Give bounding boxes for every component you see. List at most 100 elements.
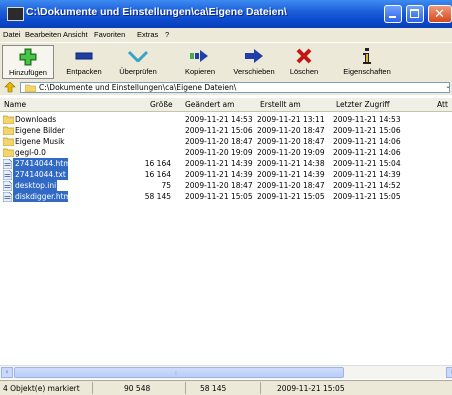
column-name[interactable]: Name — [4, 100, 26, 109]
chevron-down-icon[interactable]: ⌄ — [445, 82, 451, 90]
cell-size: 75 — [161, 181, 171, 190]
cell-modified: 2009-11-21 15:05 — [185, 192, 253, 201]
cell-created: 2009-11-20 18:47 — [257, 137, 325, 146]
cell-accessed: 2009-11-21 15:06 — [333, 126, 401, 135]
menu-bar: Datei Bearbeiten Ansicht Favoriten Extra… — [0, 28, 452, 42]
move-arrow-icon — [228, 45, 280, 67]
cell-created: 2009-11-21 15:05 — [257, 192, 325, 201]
column-modified[interactable]: Geändert am — [185, 100, 234, 109]
folder-row[interactable]: gegl-0.0 2009-11-20 19:09 2009-11-20 19:09… — [0, 147, 452, 158]
add-label: Hinzufügen — [9, 68, 47, 77]
status-focused-size: 58 145 — [200, 384, 227, 393]
status-focused-date: 2009-11-21 15:05 — [277, 384, 345, 393]
menu-ansicht[interactable]: Ansicht — [63, 30, 88, 39]
cell-name: diskdigger.htm — [15, 192, 71, 201]
properties-label: Eigenschaften — [343, 67, 391, 76]
copy-label: Kopieren — [184, 67, 216, 76]
cell-size: 16 164 — [144, 159, 171, 168]
folder-row[interactable]: Eigene Bilder 2009-11-21 15:06 2009-11-20 … — [0, 125, 452, 136]
cell-accessed: 2009-11-21 14:53 — [333, 115, 401, 124]
address-bar: C:\Dokumente und Einstellungen\ca\Eigene… — [0, 81, 452, 95]
cell-name: Downloads — [15, 115, 57, 124]
cell-name: 27414044.txt — [15, 170, 66, 179]
column-size[interactable]: Größe — [150, 100, 173, 109]
up-folder-icon[interactable] — [4, 81, 16, 95]
test-button[interactable]: Überprüfen — [112, 45, 164, 79]
minimize-icon — [389, 16, 396, 18]
cell-name: 27414044.htm — [15, 159, 71, 168]
cell-created: 2009-11-20 19:09 — [257, 148, 325, 157]
address-path: C:\Dokumente und Einstellungen\ca\Eigene… — [39, 83, 237, 92]
cell-accessed: 2009-11-21 14:52 — [333, 181, 401, 190]
file-row[interactable]: 27414044.txt 16 164 2009-11-21 14:39 2009-1… — [0, 169, 452, 181]
cell-modified: 2009-11-21 14:39 — [185, 170, 253, 179]
cell-modified: 2009-11-20 18:47 — [185, 137, 253, 146]
close-icon: ✕ — [434, 7, 445, 22]
delete-x-icon — [282, 45, 326, 67]
file-row[interactable]: diskdigger.htm 58 145 2009-11-21 15:05 2009… — [0, 191, 452, 204]
cell-modified: 2009-11-20 19:09 — [185, 148, 253, 157]
extract-button[interactable]: Entpacken — [58, 45, 110, 79]
add-icon — [3, 46, 53, 68]
copy-arrow-icon — [178, 45, 222, 67]
menu-extras[interactable]: Extras — [137, 30, 158, 39]
window-title: C:\Dokumente und Einstellungen\ca\Eigene… — [26, 6, 287, 18]
cell-accessed: 2009-11-21 14:06 — [333, 148, 401, 157]
info-icon — [336, 45, 398, 67]
copy-button[interactable]: Kopieren — [178, 45, 222, 79]
file-row[interactable]: 27414044.htm 16 164 2009-11-21 14:39 2009-1… — [0, 158, 452, 170]
cell-size: 58 145 — [144, 192, 171, 201]
toolbar: Hinzufügen Entpacken Überprüfen Kopieren… — [0, 42, 452, 82]
cell-created: 2009-11-21 13:11 — [257, 115, 325, 124]
menu-datei[interactable]: Datei — [3, 30, 21, 39]
cell-accessed: 2009-11-21 14:39 — [333, 170, 401, 179]
cell-accessed: 2009-11-21 15:04 — [333, 159, 401, 168]
move-label: Verschieben — [233, 67, 275, 76]
maximize-button[interactable] — [406, 5, 424, 23]
extract-label: Entpacken — [66, 67, 102, 76]
folder-row[interactable]: Eigene Musik 2009-11-20 18:47 2009-11-20 1… — [0, 136, 452, 147]
column-created[interactable]: Erstellt am — [260, 100, 301, 109]
move-button[interactable]: Verschieben — [228, 45, 280, 79]
scroll-left-icon[interactable]: ‹ — [1, 367, 13, 378]
horizontal-scrollbar[interactable]: ‹ ⁞ › — [0, 365, 452, 379]
minimize-button[interactable] — [384, 5, 402, 23]
cell-created: 2009-11-20 18:47 — [257, 181, 325, 190]
cell-modified: 2009-11-20 18:47 — [185, 181, 253, 190]
scroll-thumb[interactable]: ⁞ — [14, 367, 344, 378]
menu-favoriten[interactable]: Favoriten — [94, 30, 125, 39]
cell-created: 2009-11-21 14:39 — [257, 170, 325, 179]
column-header: Name Größe Geändert am Erstellt am Letzt… — [0, 98, 452, 112]
cell-accessed: 2009-11-21 14:06 — [333, 137, 401, 146]
status-bar: 4 Objekt(e) markiert 90 548 58 145 2009-… — [0, 380, 452, 395]
app-icon — [7, 7, 24, 21]
test-label: Überprüfen — [119, 67, 157, 76]
file-icon — [2, 191, 13, 204]
grip-icon: ⁞ — [175, 370, 177, 377]
folder-row[interactable]: Downloads 2009-11-21 14:53 2009-11-21 13:1… — [0, 114, 452, 125]
file-row[interactable]: desktop.ini 75 2009-11-20 18:47 2009-11-20 … — [0, 180, 452, 192]
menu-help[interactable]: ? — [165, 30, 169, 39]
cell-accessed: 2009-11-21 15:05 — [333, 192, 401, 201]
checkmark-icon — [112, 45, 164, 67]
close-button[interactable]: ✕ — [428, 5, 452, 23]
delete-button[interactable]: Löschen — [282, 45, 326, 79]
address-field[interactable]: C:\Dokumente und Einstellungen\ca\Eigene… — [20, 82, 451, 93]
cell-size: 16 164 — [144, 170, 171, 179]
maximize-icon — [410, 9, 419, 18]
column-attributes[interactable]: Att — [437, 100, 448, 109]
properties-button[interactable]: Eigenschaften — [336, 45, 398, 79]
delete-label: Löschen — [289, 67, 319, 76]
column-accessed[interactable]: Letzter Zugriff — [336, 100, 390, 109]
cell-name: Eigene Musik — [15, 137, 65, 146]
extract-icon — [58, 45, 110, 67]
cell-name: Eigene Bilder — [15, 126, 65, 135]
cell-modified: 2009-11-21 15:06 — [185, 126, 253, 135]
cell-name: gegl-0.0 — [15, 148, 46, 157]
add-button[interactable]: Hinzufügen — [2, 45, 54, 79]
title-bar[interactable]: C:\Dokumente und Einstellungen\ca\Eigene… — [0, 0, 452, 28]
cell-modified: 2009-11-21 14:53 — [185, 115, 253, 124]
menu-bearbeiten[interactable]: Bearbeiten — [25, 30, 61, 39]
scroll-right-icon[interactable]: › — [446, 367, 452, 378]
cell-name: desktop.ini — [15, 181, 57, 190]
